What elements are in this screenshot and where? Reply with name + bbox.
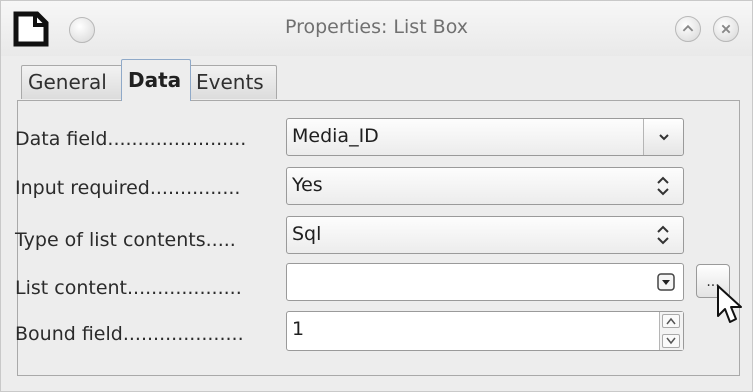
type-list-contents-select[interactable]: Sql (286, 216, 684, 254)
up-down-arrows-icon (657, 225, 669, 245)
chevron-up-icon (666, 317, 676, 325)
data-field-value: Media_ID (292, 125, 379, 147)
chevron-up-icon (682, 24, 694, 32)
bound-field-label: Bound field.................... (15, 323, 244, 345)
minimize-button[interactable] (675, 16, 701, 42)
data-field-label: Data field....................... (15, 128, 247, 150)
bound-field-spinbox[interactable]: 1 (286, 311, 684, 351)
properties-dialog: Properties: List Box General Data Events… (0, 0, 753, 392)
data-field-dropdown[interactable]: Media_ID (286, 118, 684, 156)
data-field-dropdown-button[interactable] (643, 119, 683, 155)
input-required-select[interactable]: Yes (286, 167, 684, 205)
list-content-input[interactable] (286, 263, 684, 301)
tab-events[interactable]: Events (189, 65, 277, 99)
window-title: Properties: List Box (284, 16, 469, 38)
tab-general[interactable]: General (21, 65, 123, 99)
bound-field-stepper (659, 312, 683, 350)
input-required-label: Input required............... (15, 177, 241, 199)
dropdown-arrow-icon[interactable] (657, 273, 675, 291)
type-list-contents-label: Type of list contents..... (15, 229, 236, 251)
bound-field-value: 1 (292, 318, 305, 340)
tab-data[interactable]: Data (121, 59, 191, 101)
decrement-button[interactable] (662, 334, 680, 348)
close-icon (721, 24, 731, 34)
chevron-down-icon (658, 134, 669, 141)
chevron-down-icon (666, 337, 676, 345)
input-required-value: Yes (292, 174, 323, 196)
increment-button[interactable] (662, 314, 680, 328)
close-button[interactable] (713, 16, 739, 42)
title-bar[interactable]: Properties: List Box (1, 1, 752, 56)
mouse-pointer-icon (717, 285, 742, 323)
list-content-label: List content................... (15, 277, 242, 299)
up-down-arrows-icon (657, 176, 669, 196)
type-list-contents-value: Sql (292, 223, 322, 245)
